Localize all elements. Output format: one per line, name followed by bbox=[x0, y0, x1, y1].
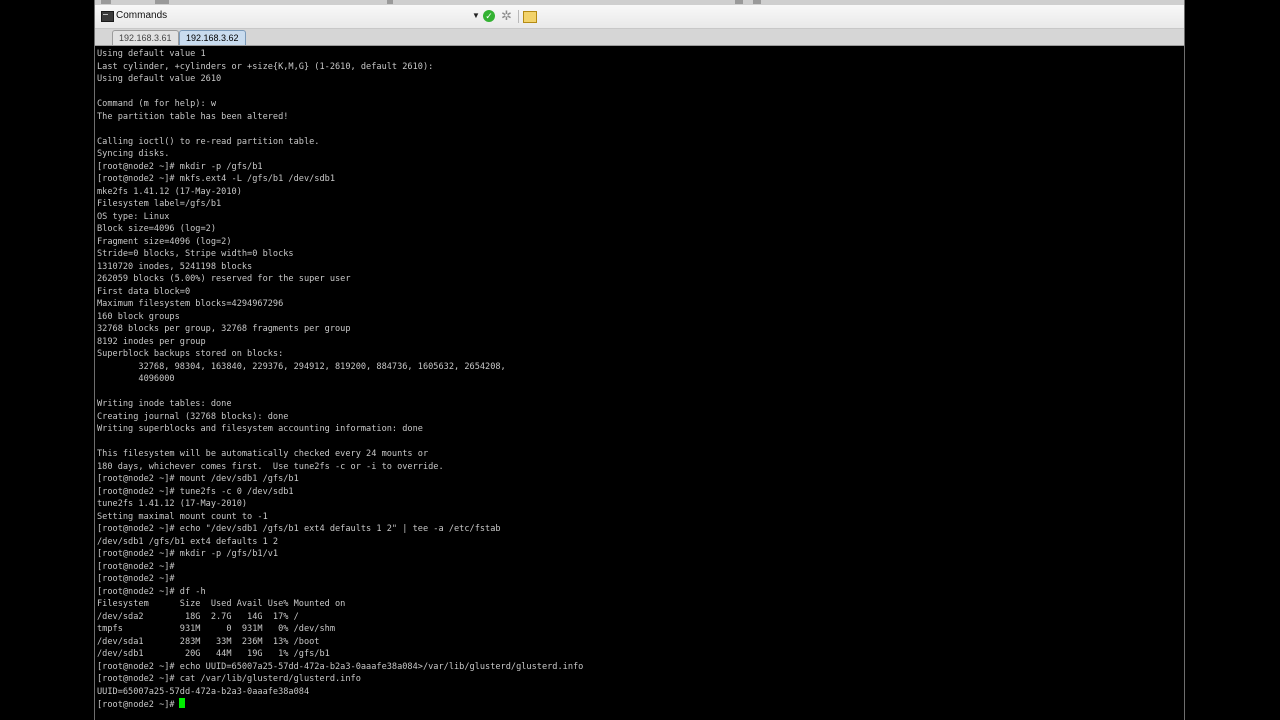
terminal-line: /dev/sda1 283M 33M 236M 13% /boot bbox=[97, 636, 320, 647]
terminal-line: 32768, 98304, 163840, 229376, 294912, 81… bbox=[97, 361, 506, 372]
terminal-line: mke2fs 1.41.12 (17-May-2010) bbox=[97, 186, 242, 197]
check-icon[interactable]: ✓ bbox=[483, 10, 495, 22]
terminal-line: Filesystem label=/gfs/b1 bbox=[97, 199, 222, 209]
terminal-line: Filesystem Size Used Avail Use% Mounted … bbox=[97, 599, 346, 609]
session-tabs: 192.168.3.61 192.168.3.62 bbox=[95, 29, 1184, 46]
commands-toolbar: Commands ▼ ✓ ✲ bbox=[95, 5, 1184, 29]
terminal-line: [root@node2 ~]# bbox=[97, 574, 175, 584]
terminal-line: [root@node2 ~]# mkdir -p /gfs/b1 bbox=[97, 161, 263, 172]
terminal-line: 32768 blocks per group, 32768 fragments … bbox=[97, 324, 351, 334]
terminal-line: Writing inode tables: done bbox=[97, 399, 232, 409]
terminal-line: Block size=4096 (log=2) bbox=[97, 224, 216, 234]
terminal-line: 160 block groups bbox=[97, 311, 180, 322]
terminal-line: [root@node2 ~]# bbox=[97, 561, 175, 572]
toolbar-separator bbox=[518, 10, 519, 23]
terminal-line: Using default value 2610 bbox=[97, 74, 222, 84]
terminal-line: [root@node2 ~]# cat /var/lib/glusterd/gl… bbox=[97, 674, 361, 684]
terminal-line: This filesystem will be automatically ch… bbox=[97, 449, 429, 459]
terminal-line: Last cylinder, +cylinders or +size{K,M,G… bbox=[97, 61, 434, 72]
terminal-icon bbox=[101, 11, 114, 22]
terminal-output[interactable]: Using default value 1 Last cylinder, +cyl… bbox=[97, 48, 1177, 720]
terminal-prompt-line[interactable]: [root@node2 ~]# bbox=[97, 698, 1177, 711]
shell-prompt: [root@node2 ~]# bbox=[97, 700, 175, 710]
gear-icon[interactable]: ✲ bbox=[501, 9, 512, 23]
terminal-line: UUID=65007a25-57dd-472a-b2a3-0aaafe38a08… bbox=[97, 686, 310, 697]
terminal-line: tmpfs 931M 0 931M 0% /dev/shm bbox=[97, 624, 335, 634]
terminal-line: tune2fs 1.41.12 (17-May-2010) bbox=[97, 499, 248, 509]
terminal-line: [root@node2 ~]# df -h bbox=[97, 586, 206, 597]
terminal-line: 8192 inodes per group bbox=[97, 336, 206, 347]
terminal-line: 180 days, whichever comes first. Use tun… bbox=[97, 461, 444, 472]
terminal-line: /dev/sdb1 /gfs/b1 ext4 defaults 1 2 bbox=[97, 536, 279, 547]
terminal-line: [root@node2 ~]# echo UUID=65007a25-57dd-… bbox=[97, 661, 584, 672]
terminal-line: First data block=0 bbox=[97, 286, 191, 297]
note-icon[interactable] bbox=[523, 11, 537, 23]
terminal-cursor bbox=[178, 698, 185, 708]
terminal-line: [root@node2 ~]# mount /dev/sdb1 /gfs/b1 bbox=[97, 474, 299, 484]
terminal-line: 262059 blocks (5.00%) reserved for the s… bbox=[97, 274, 351, 284]
terminal-line: Command (m for help): w bbox=[97, 99, 216, 109]
terminal-line: Syncing disks. bbox=[97, 149, 170, 159]
terminal-line: Superblock backups stored on blocks: bbox=[97, 349, 284, 359]
tab-192-168-3-61[interactable]: 192.168.3.61 bbox=[112, 30, 179, 45]
terminal-line: Writing superblocks and filesystem accou… bbox=[97, 424, 423, 434]
terminal-window: Commands ▼ ✓ ✲ 192.168.3.61 192.168.3.62… bbox=[94, 0, 1185, 720]
terminal-line: Stride=0 blocks, Stripe width=0 blocks bbox=[97, 249, 294, 259]
terminal-line: 1310720 inodes, 5241198 blocks bbox=[97, 261, 253, 272]
terminal-line: /dev/sda2 18G 2.7G 14G 17% / bbox=[97, 611, 299, 622]
terminal-line: 4096000 bbox=[97, 374, 175, 384]
terminal-line: [root@node2 ~]# echo "/dev/sdb1 /gfs/b1 … bbox=[97, 524, 501, 534]
terminal-line: [root@node2 ~]# tune2fs -c 0 /dev/sdb1 bbox=[97, 486, 294, 497]
terminal-line: Maximum filesystem blocks=4294967296 bbox=[97, 299, 284, 309]
terminal-line: Creating journal (32768 blocks): done bbox=[97, 411, 289, 422]
terminal-line: The partition table has been altered! bbox=[97, 111, 289, 122]
terminal-line: [root@node2 ~]# mkdir -p /gfs/b1/v1 bbox=[97, 549, 279, 559]
terminal-line: OS type: Linux bbox=[97, 211, 170, 222]
terminal-line: Setting maximal mount count to -1 bbox=[97, 511, 268, 522]
tab-192-168-3-62[interactable]: 192.168.3.62 bbox=[179, 30, 246, 45]
terminal-line: /dev/sdb1 20G 44M 19G 1% /gfs/b1 bbox=[97, 649, 330, 659]
terminal-line: [root@node2 ~]# mkfs.ext4 -L /gfs/b1 /de… bbox=[97, 174, 335, 184]
terminal-line: Calling ioctl() to re-read partition tab… bbox=[97, 136, 320, 147]
chevron-down-icon[interactable]: ▼ bbox=[472, 11, 480, 20]
commands-label: Commands bbox=[116, 10, 168, 21]
terminal-line: Using default value 1 bbox=[97, 49, 206, 59]
terminal-line: Fragment size=4096 (log=2) bbox=[97, 236, 232, 247]
